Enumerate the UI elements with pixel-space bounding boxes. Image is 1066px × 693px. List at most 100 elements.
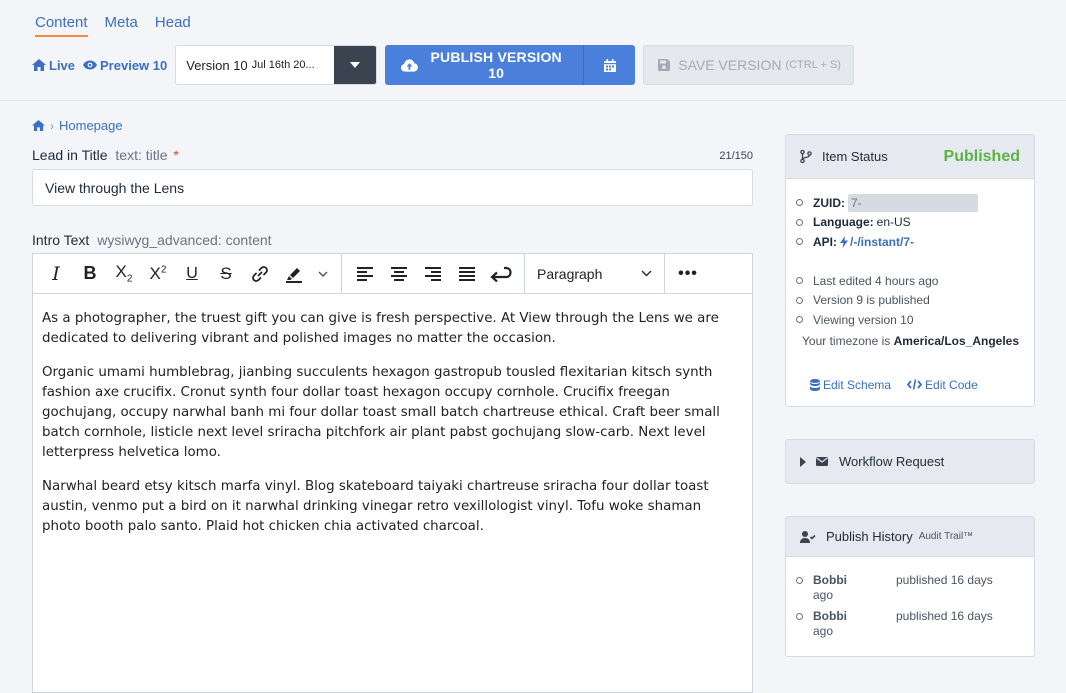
more-group: •••: [665, 254, 711, 293]
home-icon: [32, 59, 46, 71]
eye-icon: [83, 60, 98, 70]
edit-schema-label: Edit Schema: [823, 377, 892, 392]
version-selector[interactable]: Version 10 Jul 16th 20...: [175, 45, 378, 85]
publish-history-list: Bobbi ago published 16 days Bobbi ago pu…: [786, 557, 1034, 639]
link-button[interactable]: [243, 259, 277, 289]
breadcrumb-separator: ›: [50, 118, 54, 133]
ellipsis-icon: •••: [678, 264, 698, 282]
bullet-icon: [796, 218, 803, 226]
align-left-button[interactable]: [348, 259, 382, 289]
language-row: Language: en-US: [796, 213, 1034, 233]
breadcrumb: › Homepage: [32, 118, 123, 133]
breadcrumb-homepage-link[interactable]: Homepage: [59, 118, 123, 133]
highlight-button[interactable]: [277, 259, 311, 289]
timezone-prefix: Your timezone is: [802, 333, 891, 348]
history-user-name: Bobbi: [813, 573, 847, 587]
bullet-icon: [796, 613, 803, 620]
version-dropdown-button[interactable]: [334, 46, 377, 84]
align-justify-icon: [459, 266, 475, 281]
bold-button[interactable]: B: [73, 259, 107, 289]
language-value: en-US: [876, 215, 911, 230]
history-action: published 16 days: [896, 573, 993, 587]
strikethrough-button[interactable]: S: [209, 259, 243, 289]
highlight-color-dropdown[interactable]: [311, 259, 335, 289]
workflow-request-header[interactable]: Workflow Request: [786, 440, 1034, 483]
publish-history-header: Publish History Audit Trail™: [786, 517, 1034, 557]
api-key: API:: [813, 234, 837, 249]
history-ago: ago: [813, 588, 834, 602]
preview-link[interactable]: Preview 10: [83, 58, 167, 73]
line-break-button[interactable]: [484, 259, 518, 289]
more-options-button[interactable]: •••: [671, 259, 705, 289]
published-version-text: Version 9 is published: [813, 293, 930, 308]
editor-content[interactable]: As a photographer, the truest gift you c…: [33, 294, 752, 537]
history-user: Bobbi ago: [813, 573, 896, 603]
underline-button[interactable]: U: [175, 259, 209, 289]
format-group: I B X2 X2 U S: [33, 254, 342, 293]
publish-history-panel: Publish History Audit Trail™ Bobbi ago p…: [785, 516, 1035, 657]
align-center-button[interactable]: [382, 259, 416, 289]
editor-toolbar: I B X2 X2 U S Paragraph •••: [33, 254, 752, 294]
history-action: published 16 days: [896, 609, 993, 623]
subscript-button[interactable]: X2: [107, 259, 141, 289]
save-version-button[interactable]: SAVE VERSION (CTRL + S): [643, 45, 855, 85]
item-toolbar: Live Preview 10 Version 10 Jul 16th 20..…: [32, 45, 855, 85]
home-icon[interactable]: [32, 120, 45, 131]
history-entry: Bobbi ago published 16 days: [796, 573, 1034, 603]
highlighter-icon: [286, 267, 302, 283]
superscript-icon: X2: [149, 263, 167, 283]
user-check-icon: [800, 530, 816, 543]
superscript-button[interactable]: X2: [141, 259, 175, 289]
return-arrow-icon: [490, 266, 512, 282]
audit-trail-label[interactable]: Audit Trail™: [919, 531, 973, 542]
bold-icon: B: [83, 263, 97, 283]
floppy-disk-icon: [658, 59, 671, 71]
edit-schema-link[interactable]: Edit Schema: [810, 378, 891, 392]
version-number: Version 10: [186, 57, 248, 73]
published-badge: Published: [943, 147, 1020, 165]
workflow-request-panel[interactable]: Workflow Request: [785, 439, 1035, 484]
block-format-select[interactable]: Paragraph: [525, 254, 665, 293]
tab-meta[interactable]: Meta: [105, 14, 138, 37]
publish-button[interactable]: PUBLISH VERSION 10: [385, 45, 584, 85]
item-status-list: ZUID: 7- Language: en-US API: /-/instant…: [786, 179, 1034, 330]
viewing-version-row: Viewing version 10: [796, 310, 1034, 330]
preview-label: Preview 10: [100, 57, 168, 73]
title-char-count: 21/150: [719, 150, 753, 162]
history-ago: ago: [813, 624, 834, 638]
publish-group: PUBLISH VERSION 10: [385, 45, 636, 85]
tab-content[interactable]: Content: [35, 14, 88, 37]
title-field-label: Lead in Title text: title *: [32, 147, 179, 163]
title-label: Lead in Title: [32, 147, 108, 163]
align-left-icon: [357, 266, 373, 281]
wysiwyg-editor: I B X2 X2 U S Paragraph ••• As a photogr…: [32, 253, 753, 693]
intro-label: Intro Text: [32, 232, 90, 248]
version-date: Jul 16th 20...: [251, 59, 315, 71]
live-link[interactable]: Live: [32, 58, 75, 73]
editor-paragraph: As a photographer, the truest gift you c…: [42, 311, 719, 346]
content-tabs: Content Meta Head: [35, 14, 208, 37]
tab-head[interactable]: Head: [155, 14, 191, 37]
version-value[interactable]: Version 10 Jul 16th 20...: [176, 46, 334, 84]
chevron-down-icon: [318, 271, 328, 277]
edit-code-link[interactable]: Edit Code: [907, 378, 978, 392]
editor-paragraph: Narwhal beard etsy kitsch marfa vinyl. B…: [42, 479, 709, 534]
zuid-row: ZUID: 7-: [796, 193, 1034, 213]
title-input[interactable]: [32, 169, 753, 206]
branch-icon: [800, 150, 812, 163]
timezone-line: Your timezone is America/Los_Angeles: [786, 334, 1034, 348]
link-icon: [252, 265, 268, 282]
italic-button[interactable]: I: [39, 259, 73, 289]
zuid-value[interactable]: 7-: [848, 193, 978, 212]
api-link[interactable]: /-/instant/7-: [850, 235, 914, 249]
caret-right-icon: [800, 456, 806, 467]
schedule-publish-button[interactable]: [583, 45, 636, 85]
align-right-icon: [425, 266, 441, 281]
spacer: [796, 252, 1034, 272]
history-user-name: Bobbi: [813, 609, 847, 623]
align-justify-button[interactable]: [450, 259, 484, 289]
publish-label: PUBLISH VERSION 10: [430, 49, 562, 81]
zuid-key: ZUID:: [813, 195, 845, 210]
align-right-button[interactable]: [416, 259, 450, 289]
edit-code-label: Edit Code: [925, 377, 978, 392]
